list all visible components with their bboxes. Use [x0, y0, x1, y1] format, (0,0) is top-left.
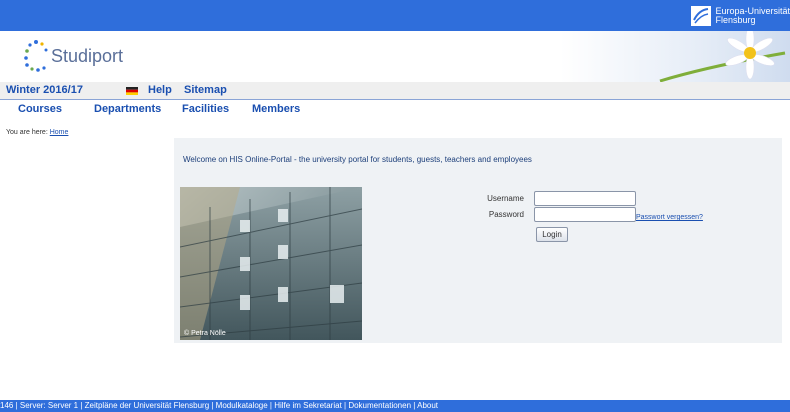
nav-members[interactable]: Members — [252, 103, 300, 115]
photo-credit: © Petra Nölle — [184, 330, 226, 337]
university-logo[interactable]: Europa-Universität Flensburg — [691, 0, 790, 31]
username-input[interactable] — [534, 191, 636, 206]
welcome-message: Welcome on HIS Online-Portal - the unive… — [183, 155, 532, 164]
studiport-dots-icon — [24, 40, 48, 72]
building-illustration — [180, 187, 362, 340]
breadcrumb-home-link[interactable]: Home — [50, 129, 69, 136]
top-bar: Europa-Universität Flensburg — [0, 0, 790, 31]
studiport-logo-text: Studiport — [51, 45, 124, 66]
university-name-line2: Flensburg — [715, 14, 756, 25]
username-label: Username — [487, 194, 524, 203]
help-link[interactable]: Help — [148, 84, 172, 96]
welcome-panel: Welcome on HIS Online-Portal - the unive… — [174, 138, 782, 343]
nav-facilities[interactable]: Facilities — [182, 103, 229, 115]
footer-bar: 146 | Server: Server 1 | Zeitpläne der U… — [0, 400, 790, 412]
footer-links[interactable]: 146 | Server: Server 1 | Zeitpläne der U… — [0, 401, 438, 410]
daisy-flower-image — [659, 31, 786, 82]
breadcrumb: You are here: Home — [6, 129, 68, 136]
primary-nav: Winter 2016/17 Help Sitemap — [0, 82, 790, 100]
semester-selector[interactable]: Winter 2016/17 — [6, 84, 83, 96]
university-emblem-icon — [691, 5, 712, 26]
password-label: Password — [488, 210, 524, 219]
password-input[interactable] — [534, 207, 636, 222]
studiport-logo[interactable]: Studiport — [22, 38, 123, 74]
header-banner: Studiport — [0, 31, 790, 82]
nav-courses[interactable]: Courses — [18, 103, 62, 115]
forgot-password-link[interactable]: Passwort vergessen? — [636, 214, 703, 221]
secondary-nav: Courses Departments Facilities Members — [0, 100, 790, 118]
german-flag-icon[interactable] — [126, 87, 138, 95]
nav-departments[interactable]: Departments — [94, 103, 161, 115]
university-name: Europa-Universität Flensburg — [715, 6, 790, 25]
breadcrumb-prefix: You are here: — [6, 129, 48, 136]
login-button[interactable]: Login — [536, 227, 568, 242]
campus-building-photo: © Petra Nölle — [180, 187, 362, 340]
sitemap-link[interactable]: Sitemap — [184, 84, 227, 96]
